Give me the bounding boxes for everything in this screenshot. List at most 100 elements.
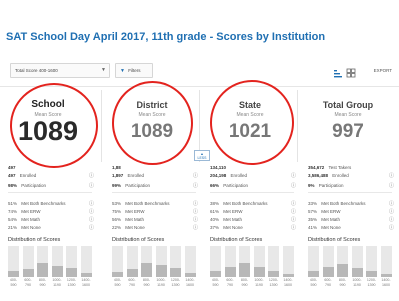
info-icon[interactable]: ⓘ <box>291 182 296 189</box>
list-view-icon[interactable] <box>333 65 343 78</box>
info-icon[interactable]: ⓘ <box>389 200 394 207</box>
column-divider <box>101 90 102 162</box>
benchmark-value: 56% <box>112 217 122 222</box>
distribution-bar <box>184 246 196 277</box>
info-icon[interactable]: ⓘ <box>291 172 296 179</box>
benchmark-row: 54% Met Math ⓘ <box>8 217 96 224</box>
benchmark-label: Met Both Benchmarks <box>21 201 66 206</box>
benchmark-label: Met ERW <box>321 209 341 214</box>
export-button[interactable]: EXPORT <box>374 63 392 78</box>
distribution-bar <box>66 246 77 277</box>
distribution-bar <box>224 246 236 277</box>
score-type-select[interactable]: Total Score 400-1600 ▼ <box>10 63 110 78</box>
annotation-circle-state <box>210 80 294 165</box>
info-icon[interactable]: ⓘ <box>389 208 394 215</box>
info-icon[interactable]: ⓘ <box>389 172 394 179</box>
info-icon[interactable]: ⓘ <box>291 224 296 231</box>
info-icon[interactable]: ⓘ <box>193 208 198 215</box>
grid-view-icon[interactable] <box>346 65 356 78</box>
info-icon[interactable]: ⓘ <box>291 208 296 215</box>
benchmark-value: 54% <box>8 217 18 222</box>
info-icon[interactable]: ⓘ <box>291 216 296 223</box>
stat-label: Enrolled <box>19 173 37 178</box>
bin-label: 1000- 1190 <box>352 278 362 287</box>
distribution-bar <box>351 246 363 277</box>
bin-label: 800- 990 <box>142 278 151 287</box>
bin-label: 1000- 1190 <box>156 278 166 287</box>
distribution-bins: 400- 590 600- 790 800- 990 1000- 1190 1200- 1390 1… <box>112 278 198 292</box>
distribution-chart <box>112 246 198 277</box>
benchmark-row: 51% Met Both Benchmarks ⓘ <box>8 201 96 208</box>
benchmark-row: 22% Met None ⓘ <box>112 225 200 232</box>
bin-label: 400- 590 <box>211 278 220 287</box>
info-icon[interactable]: ⓘ <box>89 182 94 189</box>
stat-value: 66% <box>210 183 220 188</box>
bin-label: 1200- 1390 <box>66 278 77 287</box>
stat-value: 98% <box>8 183 18 188</box>
benchmark-label: Met Math <box>321 217 341 222</box>
bin-label: 1200- 1390 <box>366 278 377 287</box>
distribution-bins: 400- 590 600- 790 800- 990 1000- 1190 1200- 1390 1… <box>210 278 296 292</box>
info-icon[interactable]: ⓘ <box>193 182 198 189</box>
bin-label: 1400- 1600 <box>81 278 91 287</box>
stat-value: 134,110 <box>210 165 227 170</box>
distribution-bar <box>322 246 334 277</box>
info-icon[interactable]: ⓘ <box>89 200 94 207</box>
benchmark-value: 75% <box>112 209 122 214</box>
stat-label: Enrolled <box>332 173 349 178</box>
less-toggle-button[interactable]: ▲ LESS <box>194 150 210 161</box>
info-icon[interactable]: ⓘ <box>193 224 198 231</box>
stat-row: 204,198 Enrolled ⓘ <box>210 173 298 180</box>
filter-icon: ▼ <box>120 68 125 74</box>
info-icon[interactable]: ⓘ <box>389 224 394 231</box>
stat-label: Participation <box>223 183 249 188</box>
distribution-title: Distribution of Scores <box>308 237 361 243</box>
distribution-chart <box>8 246 94 277</box>
benchmark-label: Met None <box>21 225 41 230</box>
benchmark-value: 21% <box>8 225 18 230</box>
stat-label: Participation <box>318 183 344 188</box>
benchmark-label: Met Math <box>125 217 145 222</box>
benchmark-row: 61% Met ERW ⓘ <box>210 209 298 216</box>
info-icon[interactable]: ⓘ <box>389 216 394 223</box>
stat-label: Test Takers <box>328 165 352 170</box>
info-icon[interactable]: ⓘ <box>89 172 94 179</box>
benchmark-row: 57% Met ERW ⓘ <box>308 209 396 216</box>
benchmark-value: 35% <box>308 217 318 222</box>
info-icon[interactable]: ⓘ <box>89 208 94 215</box>
benchmark-row: 75% Met ERW ⓘ <box>112 209 200 216</box>
info-icon[interactable]: ⓘ <box>291 200 296 207</box>
benchmark-label: Met ERW <box>125 209 145 214</box>
stat-value: 3,586,488 <box>308 173 329 178</box>
bin-label: 400- 590 <box>9 278 18 287</box>
distribution-bar <box>366 246 377 277</box>
distribution-bar <box>170 246 181 277</box>
benchmark-label: Met ERW <box>223 209 243 214</box>
info-icon[interactable]: ⓘ <box>193 172 198 179</box>
distribution-bar <box>239 246 250 277</box>
bin-label: 400- 590 <box>309 278 318 287</box>
stat-label: Enrolled <box>127 173 145 178</box>
benchmark-value: 53% <box>112 201 122 206</box>
distribution-chart <box>210 246 296 277</box>
stat-row: 66% Participation ⓘ <box>210 183 298 190</box>
benchmark-value: 61% <box>210 209 220 214</box>
info-icon[interactable]: ⓘ <box>389 182 394 189</box>
chevron-down-icon: ▼ <box>101 67 106 73</box>
stat-value: 354,672 <box>308 165 325 170</box>
stat-row: 98% Participation ⓘ <box>8 183 96 190</box>
distribution-bar <box>22 246 34 277</box>
benchmark-row: 40% Met Math ⓘ <box>210 217 298 224</box>
filters-button[interactable]: ▼ Filters <box>115 63 153 78</box>
benchmark-label: Met None <box>223 225 243 230</box>
distribution-bar <box>380 246 392 277</box>
info-icon[interactable]: ⓘ <box>193 216 198 223</box>
info-icon[interactable]: ⓘ <box>193 200 198 207</box>
distribution-bar <box>210 246 221 277</box>
info-icon[interactable]: ⓘ <box>89 216 94 223</box>
distribution-chart <box>308 246 394 277</box>
stat-value: 497 <box>8 173 16 178</box>
info-icon[interactable]: ⓘ <box>89 224 94 231</box>
benchmark-value: 37% <box>210 225 220 230</box>
stat-row: 497 Enrolled ⓘ <box>8 173 96 180</box>
